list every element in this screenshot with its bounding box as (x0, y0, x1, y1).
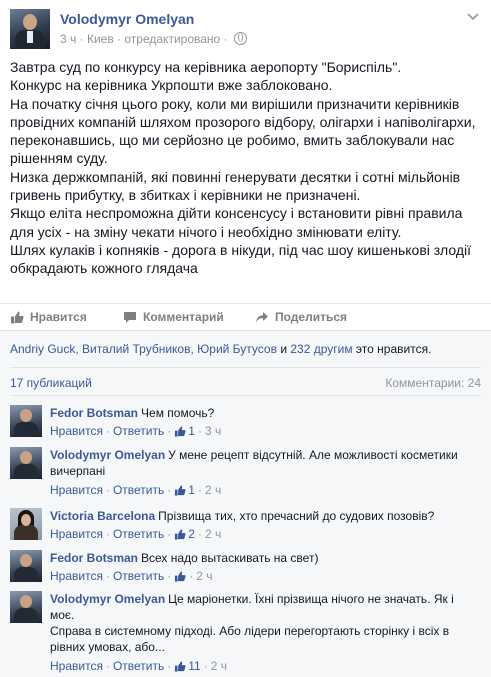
share-button[interactable]: Поделиться (255, 310, 347, 324)
commenter-avatar[interactable] (10, 447, 42, 479)
chevron-down-icon[interactable] (467, 13, 479, 23)
comment-time[interactable]: 3 ч (205, 424, 221, 438)
publications-link[interactable]: 17 публикаций (10, 376, 92, 390)
comment-text: Прізвища тих, хто пречасний до судових п… (158, 509, 435, 523)
post-paragraph: Конкурс на керівника Укрпошти вже заблок… (10, 77, 333, 94)
commenter-avatar[interactable] (10, 405, 42, 437)
comment-like-count[interactable]: 2 (188, 527, 195, 541)
commenter-name[interactable]: Victoria Barcelona (50, 509, 155, 523)
comment-time[interactable]: 2 ч (211, 659, 227, 673)
edited-label[interactable]: отредактировано (124, 32, 220, 46)
globe-icon[interactable] (233, 32, 247, 46)
divider (10, 367, 481, 368)
likers-link[interactable]: Andriy Guck, Виталий Трубников, Юрий Бут… (10, 342, 277, 356)
comment-time[interactable]: 2 ч (205, 483, 221, 497)
likes-summary: Andriy Guck, Виталий Трубников, Юрий Бут… (10, 342, 432, 356)
facebook-post: Volodymyr Omelyan 3 ч · Киев · отредакти… (0, 0, 491, 677)
comment-reply-link[interactable]: Ответить (113, 483, 164, 497)
post-header: Volodymyr Omelyan 3 ч · Киев · отредакти… (10, 9, 481, 51)
comment-like-link[interactable]: Нравится (50, 659, 103, 673)
like-count-icon[interactable] (174, 426, 186, 440)
comment-like-link[interactable]: Нравится (50, 483, 103, 497)
comment-actions: Нравится · Ответить · 1 · 3 ч (50, 424, 222, 440)
comment-text: Справа в системному підході. Або лідери … (50, 624, 450, 654)
like-count-icon[interactable] (174, 529, 186, 543)
like-count-icon[interactable] (174, 661, 186, 675)
comment-actions: Нравится · Ответить · · 2 ч (50, 569, 213, 585)
comment-button[interactable]: Комментарий (123, 310, 224, 324)
comment-like-link[interactable]: Нравится (50, 424, 103, 438)
thumbs-up-icon (11, 311, 24, 324)
divider (10, 395, 481, 396)
comment-reply-link[interactable]: Ответить (113, 569, 164, 583)
others-link[interactable]: 232 другим (290, 342, 352, 356)
post-text: Завтра суд по конкурсу на керівника аеро… (10, 58, 480, 278)
like-button[interactable]: Нравится (10, 310, 87, 324)
post-location[interactable]: Киев (87, 32, 114, 46)
comment-text: Всех надо вытаскивать на свет) (141, 551, 319, 565)
commenter-name[interactable]: Fedor Botsman (50, 551, 138, 565)
commenter-avatar[interactable] (10, 550, 42, 582)
post-action-bar: Нравится Комментарий Поделиться (0, 303, 491, 330)
comment-like-count[interactable]: 11 (188, 659, 200, 673)
commenter-name[interactable]: Fedor Botsman (50, 406, 138, 420)
post-paragraph: Низка держкомпаній, які повинні генерува… (10, 168, 461, 204)
comment-actions: Нравится · Ответить · 11 · 2 ч (50, 659, 227, 675)
comment-time[interactable]: 2 ч (196, 569, 212, 583)
comment-reply-link[interactable]: Ответить (113, 527, 164, 541)
post-paragraph: Завтра суд по конкурсу на керівника аеро… (10, 59, 402, 75)
comment-reply-link[interactable]: Ответить (113, 659, 164, 673)
comment-like-link[interactable]: Нравится (50, 527, 103, 541)
comment-like-link[interactable]: Нравится (50, 569, 103, 583)
author-avatar[interactable] (10, 9, 50, 49)
post-paragraph: Якщо еліта неспроможна дійти консенсусу … (10, 205, 463, 240)
comment-time[interactable]: 2 ч (205, 527, 221, 541)
comment-icon (124, 312, 136, 324)
like-count-icon[interactable] (174, 571, 186, 585)
comment-actions: Нравится · Ответить · 2 · 2 ч (50, 527, 222, 543)
comment-like-count[interactable]: 1 (188, 483, 195, 497)
author-name[interactable]: Volodymyr Omelyan (60, 11, 194, 27)
post-paragraph: На початку січня цього року, коли ми вир… (10, 95, 476, 167)
commenter-avatar[interactable] (10, 591, 42, 623)
commenter-name[interactable]: Volodymyr Omelyan (50, 592, 165, 606)
comment-actions: Нравится · Ответить · 1 · 2 ч (50, 483, 222, 499)
post-paragraph: Шлях кулаків і копняків - дорога в нікуд… (10, 241, 471, 277)
post-meta: 3 ч · Киев · отредактировано · (60, 31, 247, 46)
comment-like-count[interactable]: 1 (188, 424, 195, 438)
share-icon (256, 312, 268, 323)
comment-text: Чем помочь? (141, 406, 215, 420)
comment-reply-link[interactable]: Ответить (113, 424, 164, 438)
commenter-name[interactable]: Volodymyr Omelyan (50, 448, 165, 462)
commenter-avatar[interactable] (10, 508, 42, 540)
post-time[interactable]: 3 ч (60, 32, 76, 46)
like-count-icon[interactable] (174, 485, 186, 499)
comments-section: Andriy Guck, Виталий Трубников, Юрий Бут… (0, 330, 491, 677)
comments-count[interactable]: Комментарии: 24 (385, 376, 481, 390)
